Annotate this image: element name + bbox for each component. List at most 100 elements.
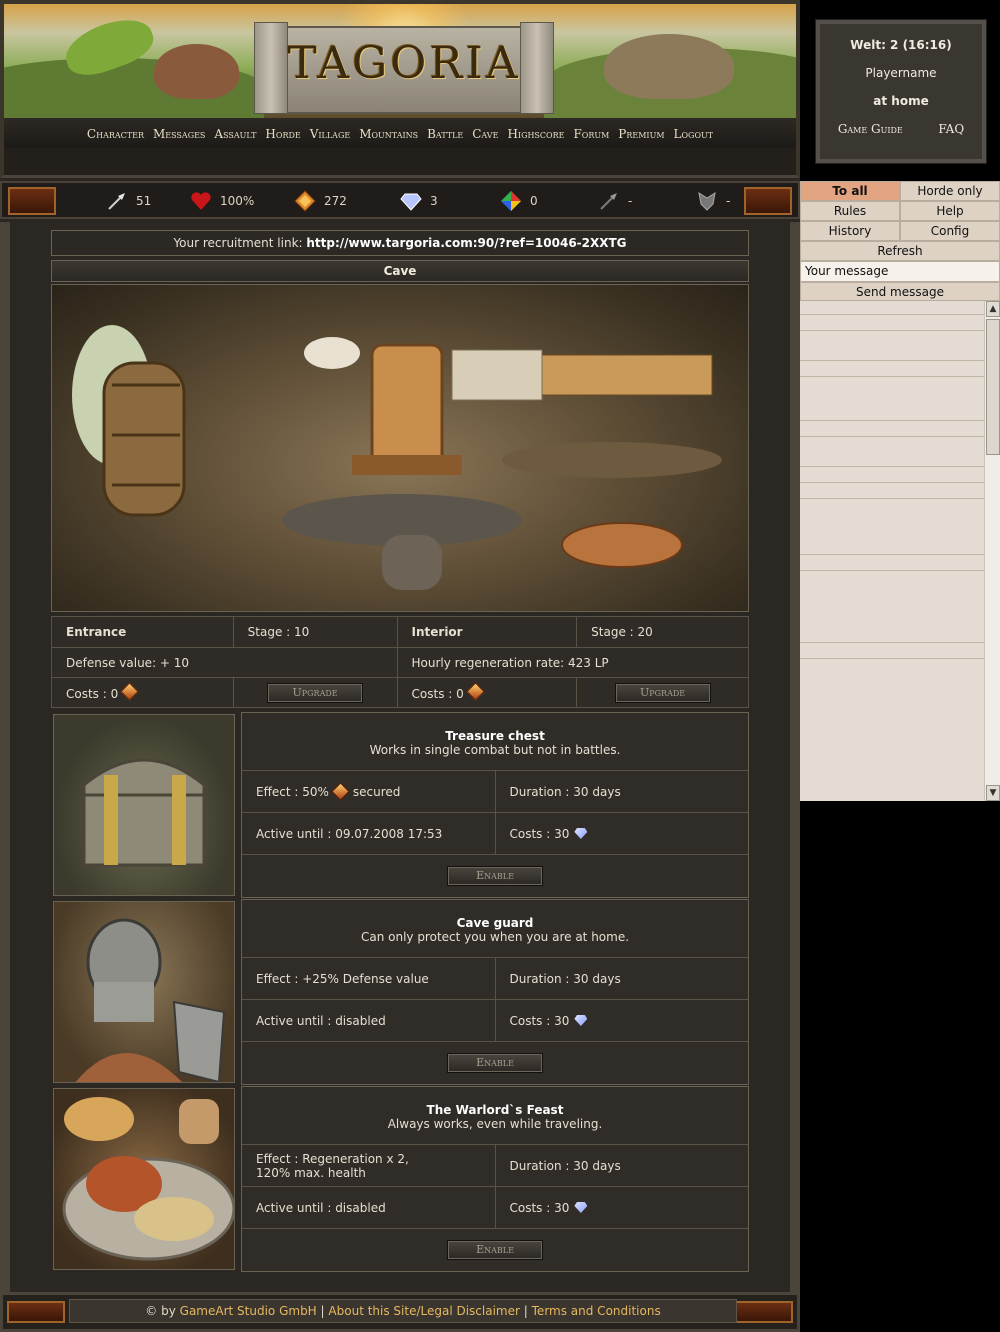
item-row: Effect : +25% Defense value Duration : 3… (242, 958, 748, 1000)
entrance-upgrade-button[interactable]: Upgrade (267, 682, 364, 703)
stat-ranged: - (598, 190, 632, 212)
sub-nav-bar (0, 148, 800, 178)
item-title: The Warlord`s Feast (426, 1103, 564, 1117)
recruitment-link[interactable]: http://www.targoria.com:90/?ref=10046-2X… (306, 236, 626, 250)
cave-guard-head: Cave guard Can only protect you when you… (242, 900, 748, 958)
item-foot: Enable (242, 1229, 748, 1271)
chest-drawing (82, 758, 206, 867)
game-frame: TAGORIA Character Messages Assault Horde… (0, 0, 800, 1332)
item-effect: Effect : Regeneration x 2, 120% max. hea… (242, 1145, 496, 1186)
stat-diamonds: 3 (400, 190, 438, 212)
gold-gem-icon (120, 681, 139, 701)
nav-messages[interactable]: Messages (153, 127, 205, 141)
rainbow-gem-icon (500, 190, 522, 212)
item-row: Active until : disabled Costs : 30 (242, 1187, 748, 1229)
interior-costs: Costs : 0 (411, 686, 464, 701)
world-links: Game Guide FAQ (820, 122, 982, 136)
gold-gem-icon (331, 782, 350, 801)
chat-log-line (800, 377, 984, 421)
stats-cap-right (744, 187, 792, 215)
nav-mountains[interactable]: Mountains (359, 127, 418, 141)
tagoria-logo[interactable]: TAGORIA (284, 38, 524, 89)
interior-label: Interior (411, 625, 463, 639)
dragon-creature-image (604, 34, 734, 99)
diamond-icon (574, 828, 588, 839)
treasure-chest-head: Treasure chest Works in single combat bu… (242, 713, 748, 771)
chat-help-button[interactable]: Help (900, 201, 1000, 221)
nav-village[interactable]: Village (310, 127, 350, 141)
enable-warlords-feast-button[interactable]: Enable (447, 1240, 543, 1260)
cave-guard-image (53, 901, 235, 1083)
player-name[interactable]: Playername (820, 66, 982, 80)
footer-about-link[interactable]: About this Site/Legal Disclaimer (328, 1304, 520, 1318)
chat-log-line (800, 301, 984, 315)
feast-drawing (62, 1097, 234, 1261)
footer-cap-left (7, 1301, 65, 1323)
chat-rules-button[interactable]: Rules (800, 201, 900, 221)
recruitment-bar: Your recruitment link: http://www.targor… (51, 230, 749, 256)
scroll-thumb[interactable] (986, 319, 1000, 455)
chat-history-button[interactable]: History (800, 221, 900, 241)
scroll-down-icon[interactable]: ▼ (986, 785, 1000, 801)
game-guide-link[interactable]: Game Guide (838, 122, 903, 136)
nav-highscore[interactable]: Highscore (507, 127, 564, 141)
item-description: Works in single combat but not in battle… (369, 743, 621, 757)
entrance-defense: Defense value: + 10 (51, 647, 398, 678)
footer-studio-link[interactable]: GameArt Studio GmbH (180, 1304, 317, 1318)
banner-pillar-left (254, 22, 288, 114)
item-row: Active until : disabled Costs : 30 (242, 1000, 748, 1042)
nav-assault[interactable]: Assault (214, 127, 256, 141)
footer-copyright: © by (145, 1304, 176, 1318)
enable-cave-guard-button[interactable]: Enable (447, 1053, 543, 1073)
chat-log-line (800, 499, 984, 555)
enable-treasure-chest-button[interactable]: Enable (447, 866, 543, 886)
item-active-until: Active until : disabled (242, 1000, 496, 1041)
effect-text: Effect : 50% (256, 784, 329, 799)
nav-premium[interactable]: Premium (618, 127, 664, 141)
chat-log-line (800, 421, 984, 437)
diamond-icon (574, 1015, 588, 1026)
item-foot: Enable (242, 1042, 748, 1084)
chat-log-line (800, 571, 984, 643)
scroll-up-icon[interactable]: ▲ (986, 301, 1000, 317)
diamond-icon (400, 190, 422, 212)
nav-battle[interactable]: Battle (427, 127, 463, 141)
chat-tab-horde-only[interactable]: Horde only (900, 181, 1000, 201)
item-effect: Effect : +25% Defense value (242, 958, 496, 999)
chat-log-line (800, 315, 984, 331)
faq-link[interactable]: FAQ (938, 122, 964, 136)
main-nav: Character Messages Assault Horde Village… (0, 118, 800, 148)
chat-log-line (800, 361, 984, 377)
chat-config-button[interactable]: Config (900, 221, 1000, 241)
treasure-chest-image (53, 714, 235, 896)
gold-gem-icon (466, 681, 485, 701)
chat-tab-to-all[interactable]: To all (800, 181, 900, 201)
treasure-chest-info: Treasure chest Works in single combat bu… (241, 712, 749, 898)
nav-cave[interactable]: Cave (472, 127, 498, 141)
item-warlords-feast: The Warlord`s Feast Always works, even w… (51, 1086, 749, 1272)
shield-icon (696, 190, 718, 212)
footer-terms-link[interactable]: Terms and Conditions (532, 1304, 661, 1318)
chat-log-line (800, 467, 984, 483)
footer: © by GameArt Studio GmbH | About this Si… (0, 1292, 800, 1332)
nav-logout[interactable]: Logout (674, 127, 714, 141)
nav-forum[interactable]: Forum (573, 127, 609, 141)
chat-scrollbar[interactable]: ▲ ▼ (984, 301, 1000, 801)
stat-health: 100% (190, 190, 254, 212)
chat-log-line (800, 643, 984, 659)
nav-horde[interactable]: Horde (265, 127, 300, 141)
item-cave-guard: Cave guard Can only protect you when you… (51, 899, 749, 1085)
nav-character[interactable]: Character (87, 127, 144, 141)
chat-refresh-button[interactable]: Refresh (800, 241, 1000, 261)
warlords-feast-head: The Warlord`s Feast Always works, even w… (242, 1087, 748, 1145)
arrow-icon (106, 190, 128, 212)
chat-message-input[interactable]: Your message (800, 261, 1000, 282)
item-title: Cave guard (456, 916, 534, 930)
stat-rainbow: 0 (500, 190, 538, 212)
interior-upgrade-button[interactable]: Upgrade (614, 682, 711, 703)
item-active-until: Active until : disabled (242, 1187, 496, 1228)
item-duration: Duration : 30 days (509, 971, 621, 986)
world-title: Welt: 2 (16:16) (850, 38, 952, 52)
chat-log-line (800, 437, 984, 467)
chat-send-button[interactable]: Send message (800, 282, 1000, 301)
